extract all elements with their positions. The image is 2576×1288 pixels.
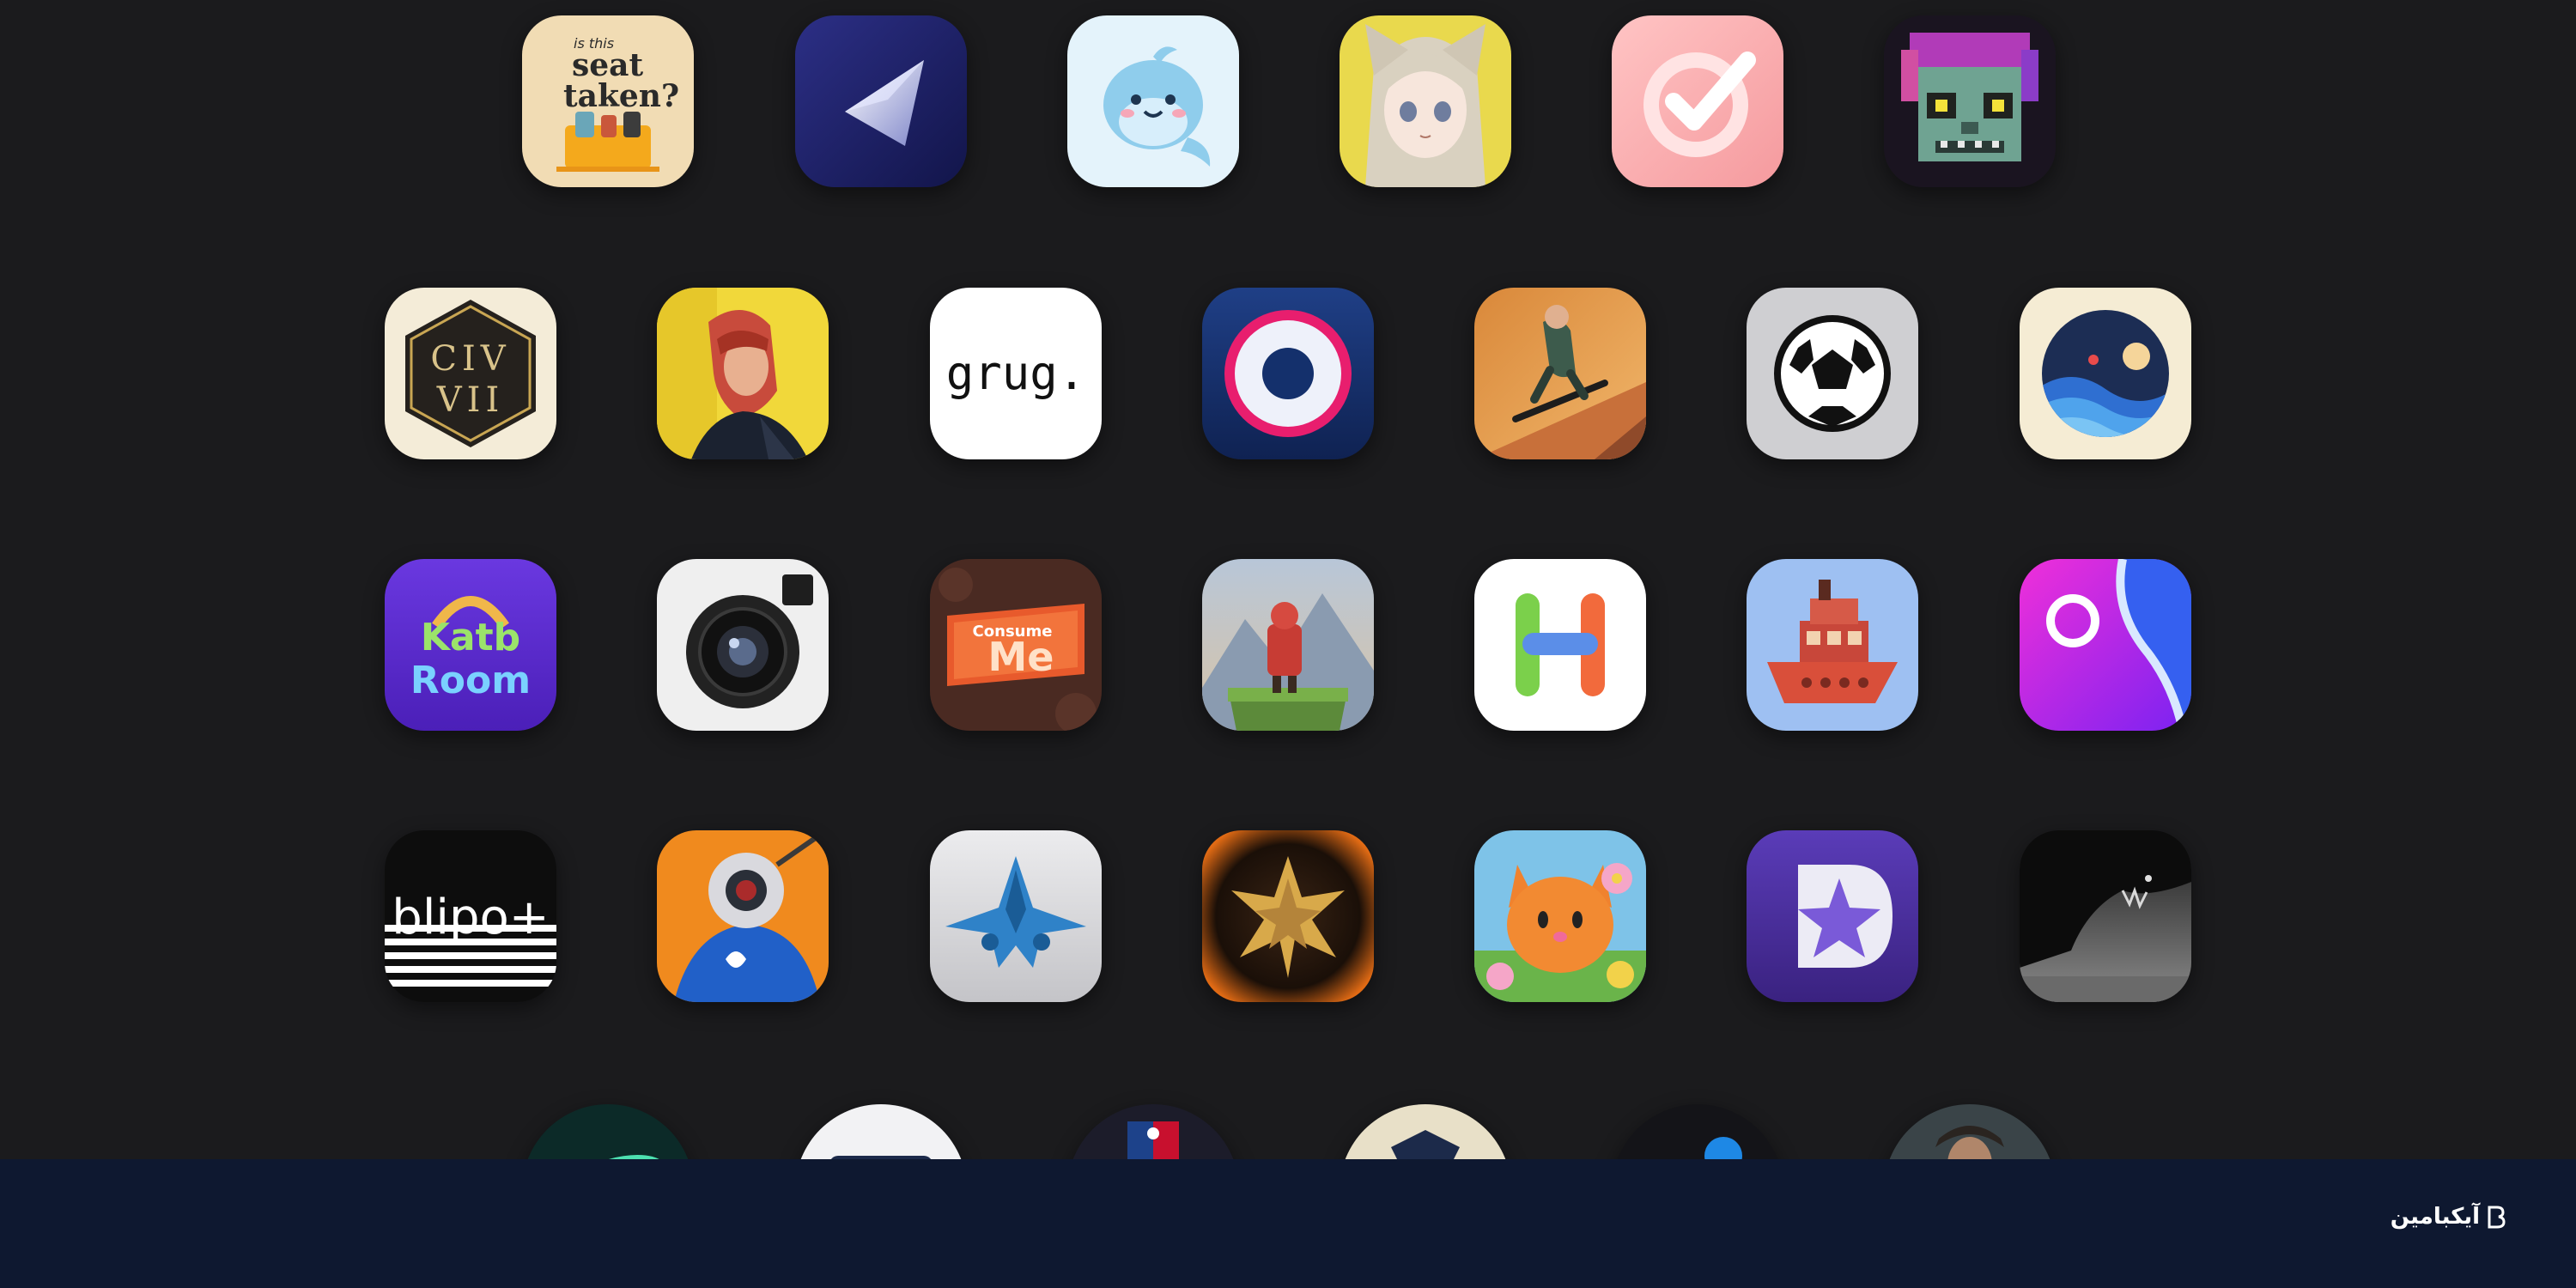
- anime-girl-game-app-icon[interactable]: [1340, 15, 1511, 187]
- mountain-climber-icon: [1202, 559, 1374, 731]
- spaceship-icon: [930, 830, 1102, 1002]
- cream-shield-app-icon[interactable]: [1340, 1104, 1511, 1159]
- nba-logo-icon: [1067, 1104, 1239, 1159]
- app-icon-grid: is this seat taken? CIV VII grug. Katb R…: [0, 0, 2576, 1159]
- nba-app-icon[interactable]: [1067, 1104, 1239, 1159]
- grug-wordmark-icon: grug.: [930, 288, 1102, 459]
- pixel-zombie-app-icon[interactable]: [1884, 15, 2056, 187]
- purple-star-app-icon[interactable]: [1747, 830, 1918, 1002]
- katb-room-app-icon[interactable]: Katb Room: [385, 559, 556, 731]
- blipo-text: blipo+: [392, 890, 549, 945]
- blue-dot-icon: [1612, 1104, 1783, 1159]
- grug-text: grug.: [946, 346, 1086, 400]
- dark-creature-icon: [2020, 830, 2191, 1002]
- checkmark-todo-app-icon[interactable]: [1612, 15, 1783, 187]
- camera-app-icon[interactable]: [657, 559, 829, 731]
- play-triangle-icon: [795, 15, 967, 187]
- portrait-app-icon[interactable]: [1884, 1104, 2056, 1159]
- cyberpunk-character-icon: [657, 288, 829, 459]
- cyberpunk-app-icon[interactable]: [657, 288, 829, 459]
- tugboat-icon: [1747, 559, 1918, 731]
- white-dome-app-icon[interactable]: [795, 1104, 967, 1159]
- mountain-climber-app-icon[interactable]: [1202, 559, 1374, 731]
- civ-vii-hexagon-icon: CIV VII: [385, 288, 556, 459]
- blue-spaceship-app-icon[interactable]: [930, 830, 1102, 1002]
- ocean-wave-app-icon[interactable]: [2020, 288, 2191, 459]
- taken-word-text: taken?: [563, 78, 679, 114]
- space-diver-app-icon[interactable]: [657, 830, 829, 1002]
- dolphin-icon: [1067, 15, 1239, 187]
- katb-text: Katb: [421, 616, 520, 659]
- pixel-zombie-icon: [1884, 15, 2056, 187]
- grug-app-icon[interactable]: grug.: [930, 288, 1102, 459]
- map-pin-icon: [2020, 559, 2191, 731]
- purple-star-icon: [1747, 830, 1918, 1002]
- golden-star-crystal-icon: [1202, 830, 1374, 1002]
- dolphin-app-icon[interactable]: [1067, 15, 1239, 187]
- seat-taken-icon: is this seat taken?: [522, 15, 694, 187]
- green-orbit-app-icon[interactable]: [522, 1104, 694, 1159]
- orange-cat-app-icon[interactable]: [1474, 830, 1646, 1002]
- soccer-ball-icon: [1747, 288, 1918, 459]
- is-this-seat-taken-app-icon[interactable]: is this seat taken?: [522, 15, 694, 187]
- golden-crystal-app-icon[interactable]: [1202, 830, 1374, 1002]
- infuse-play-app-icon[interactable]: [795, 15, 967, 187]
- anime-girl-icon: [1340, 15, 1511, 187]
- h-letter-app-icon[interactable]: [1474, 559, 1646, 731]
- skiing-game-app-icon[interactable]: [1474, 288, 1646, 459]
- ikb-logo-icon: [2488, 1206, 2506, 1229]
- ring-target-app-icon[interactable]: [1202, 288, 1374, 459]
- limbo-style-app-icon[interactable]: [2020, 830, 2191, 1002]
- camera-lens-icon: [657, 559, 829, 731]
- tugboat-app-icon[interactable]: [1747, 559, 1918, 731]
- consume-me-app-icon[interactable]: Consume Me: [930, 559, 1102, 731]
- civilization-vii-app-icon[interactable]: CIV VII: [385, 288, 556, 459]
- portrait-icon: [1884, 1104, 2056, 1159]
- skier-icon: [1474, 288, 1646, 459]
- brand-logo[interactable]: آیکبامین: [2391, 1204, 2506, 1230]
- dark-blue-dot-app-icon[interactable]: [1612, 1104, 1783, 1159]
- ring-target-icon: [1202, 288, 1374, 459]
- shield-icon: [1340, 1104, 1511, 1159]
- me-text: Me: [988, 634, 1054, 680]
- blipo-wordmark-icon: blipo+: [385, 830, 556, 1002]
- vii-text: VII: [436, 380, 505, 420]
- soccer-ball-app-icon[interactable]: [1747, 288, 1918, 459]
- white-dome-icon: [795, 1104, 967, 1159]
- civ-text: CIV: [430, 339, 510, 379]
- wave-circle-icon: [2020, 288, 2191, 459]
- checkmark-circle-icon: [1612, 15, 1783, 187]
- green-orbit-icon: [522, 1104, 694, 1159]
- h-letter-icon: [1474, 559, 1646, 731]
- orange-cat-icon: [1474, 830, 1646, 1002]
- katb-room-wordmark-icon: Katb Room: [385, 559, 556, 731]
- diver-helmet-icon: [657, 830, 829, 1002]
- blipo-plus-app-icon[interactable]: blipo+: [385, 830, 556, 1002]
- room-text: Room: [410, 659, 531, 702]
- consume-me-ticket-icon: Consume Me: [930, 559, 1102, 731]
- brand-name: آیکبامین: [2390, 1204, 2480, 1230]
- pink-map-app-icon[interactable]: [2020, 559, 2191, 731]
- footer-bar: آیکبامین: [0, 1159, 2576, 1288]
